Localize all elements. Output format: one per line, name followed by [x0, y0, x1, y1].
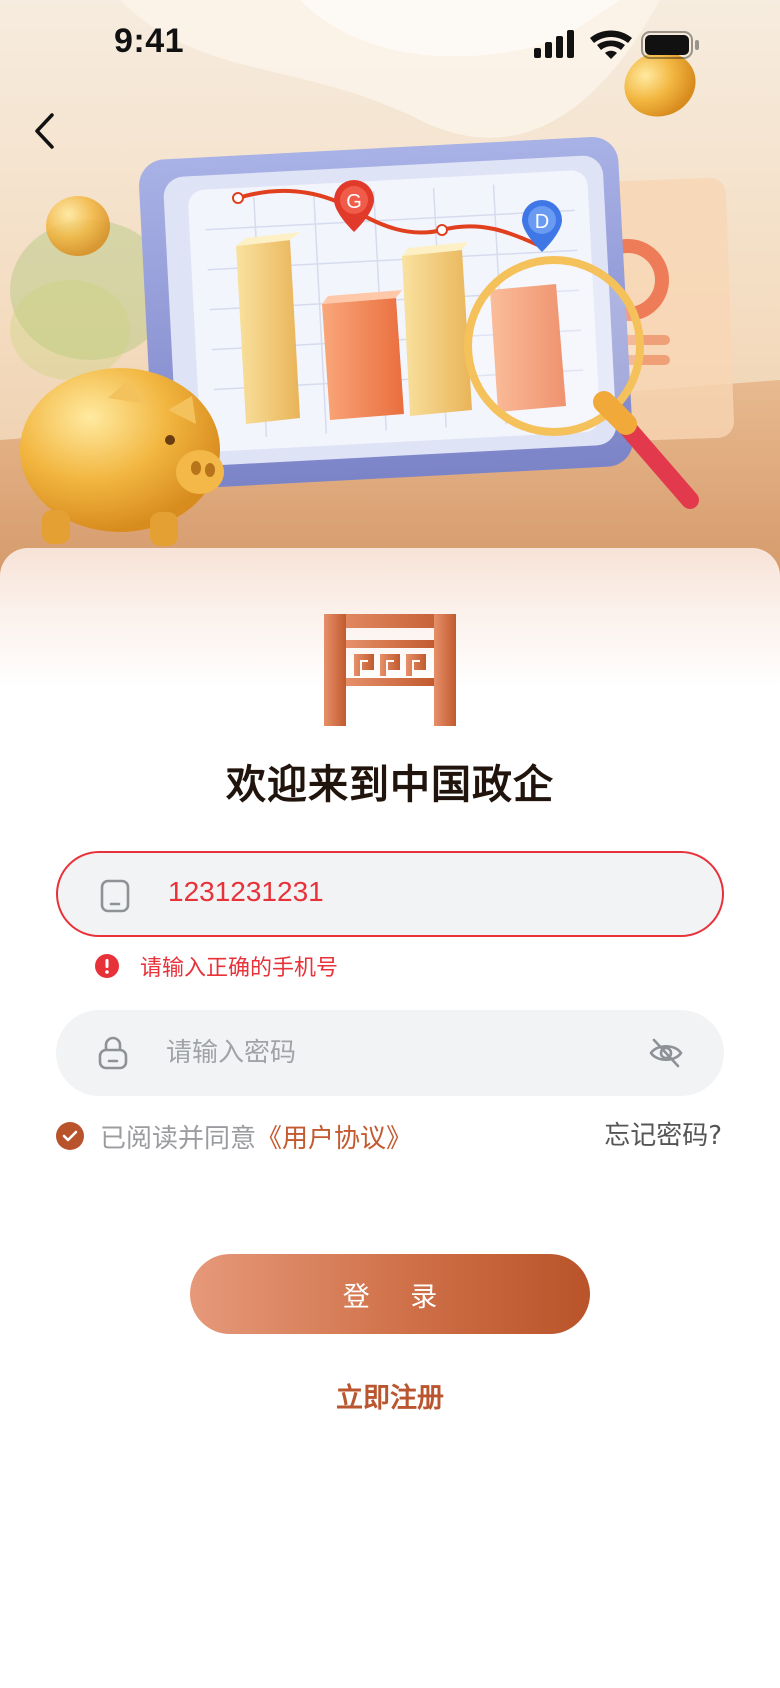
status-icons [534, 28, 702, 66]
back-button[interactable] [22, 106, 66, 156]
login-button[interactable]: 登 录 [190, 1254, 590, 1334]
phone-input[interactable] [162, 851, 642, 933]
welcome-title: 欢迎来到中国政企 [226, 762, 554, 808]
alert-icon [95, 954, 119, 978]
svg-text:D: D [535, 211, 549, 233]
brand-logo-icon [320, 610, 460, 730]
agreement-checkbox[interactable] [56, 1122, 84, 1150]
phone-error-text: 请输入正确的手机号 [140, 956, 339, 981]
register-link[interactable]: 立即注册 [0, 1376, 780, 1415]
agreement-row: 已阅读并同意 《用户协议》 [56, 1118, 412, 1154]
battery-icon [641, 31, 699, 59]
eye-off-icon[interactable] [648, 1035, 684, 1071]
svg-text:G: G [346, 191, 362, 213]
status-time: 9:41 [114, 22, 185, 60]
chevron-left-icon [35, 113, 54, 149]
phone-icon [100, 879, 130, 913]
wifi-icon [590, 30, 632, 59]
forgot-password-link[interactable]: 忘记密码? [604, 1118, 722, 1154]
password-input[interactable] [160, 1010, 640, 1096]
lock-icon [98, 1036, 128, 1070]
phone-error: 请输入正确的手机号 [94, 949, 338, 983]
phone-field[interactable] [56, 851, 724, 937]
agreement-text: 已阅读并同意 [100, 1123, 257, 1154]
cellular-signal-icon [534, 30, 574, 58]
password-field[interactable] [56, 1010, 724, 1096]
status-bar: 9:41 [0, 0, 780, 90]
user-agreement-link[interactable]: 《用户协议》 [256, 1118, 412, 1155]
check-icon [62, 1130, 78, 1142]
